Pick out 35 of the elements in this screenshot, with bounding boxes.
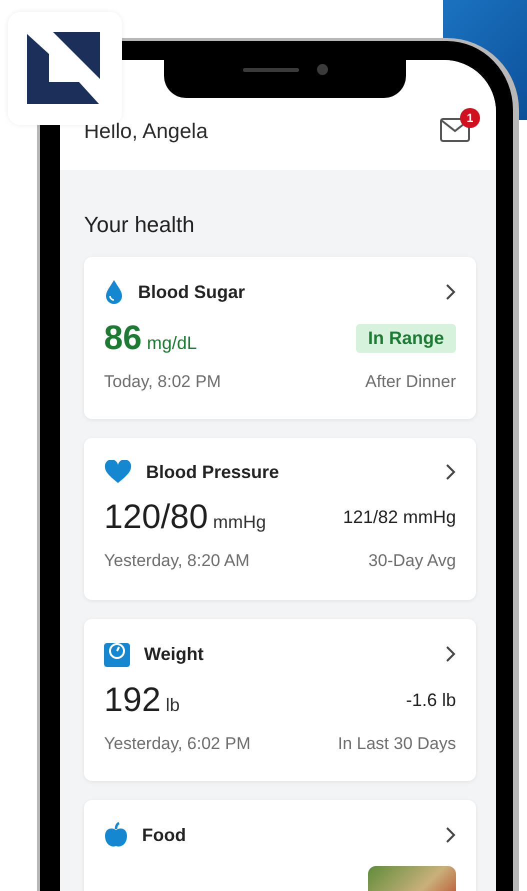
- droplet-icon: [104, 279, 124, 305]
- unit-label: mg/dL: [146, 333, 197, 354]
- apple-icon: [104, 822, 128, 848]
- health-card[interactable]: Blood Sugar 86 mg/dL In Range Today, 8:02 PM After Dinner: [84, 257, 476, 419]
- reading-value: 192: [104, 681, 161, 720]
- timestamp-label: Yesterday, 6:02 PM: [104, 734, 250, 754]
- chevron-right-icon[interactable]: [445, 645, 456, 663]
- reading-value: 86: [104, 319, 142, 358]
- health-card[interactable]: Food: [84, 800, 476, 891]
- section-title: Your health: [84, 212, 196, 238]
- status-badge: In Range: [356, 324, 456, 353]
- greeting-text: Hello, Angela: [84, 120, 208, 144]
- notification-badge: 1: [460, 108, 480, 128]
- unit-label: mmHg: [213, 512, 266, 533]
- health-card[interactable]: Weight 192 lb -1.6 lb Yesterday, 6:02 PM In Last 30 Days: [84, 619, 476, 781]
- timestamp-label: Yesterday, 8:20 AM: [104, 551, 250, 571]
- reading-value: 120/80: [104, 498, 208, 537]
- scale-icon: [104, 641, 130, 667]
- unit-label: lb: [166, 695, 180, 716]
- context-label: After Dinner: [365, 372, 456, 392]
- timestamp-label: Today, 8:02 PM: [104, 372, 221, 392]
- context-label: 30-Day Avg: [368, 551, 456, 571]
- summary-reading: -1.6 lb: [406, 690, 456, 711]
- logo-icon: [27, 32, 103, 106]
- card-title: Blood Pressure: [146, 462, 280, 482]
- card-title: Food: [142, 824, 186, 846]
- context-label: In Last 30 Days: [338, 734, 456, 754]
- card-title: Blood Sugar: [138, 282, 245, 302]
- chevron-right-icon[interactable]: [445, 283, 456, 301]
- chevron-right-icon[interactable]: [445, 826, 456, 844]
- summary-reading: 121/82 mmHg: [342, 507, 456, 528]
- card-title: Weight: [144, 644, 204, 664]
- health-card[interactable]: Blood Pressure 120/80 mmHg 121/82 mmHg Yesterday, 8:20 AM 30-Day Avg: [84, 438, 476, 600]
- heart-icon: [104, 460, 132, 484]
- chevron-right-icon[interactable]: [445, 463, 456, 481]
